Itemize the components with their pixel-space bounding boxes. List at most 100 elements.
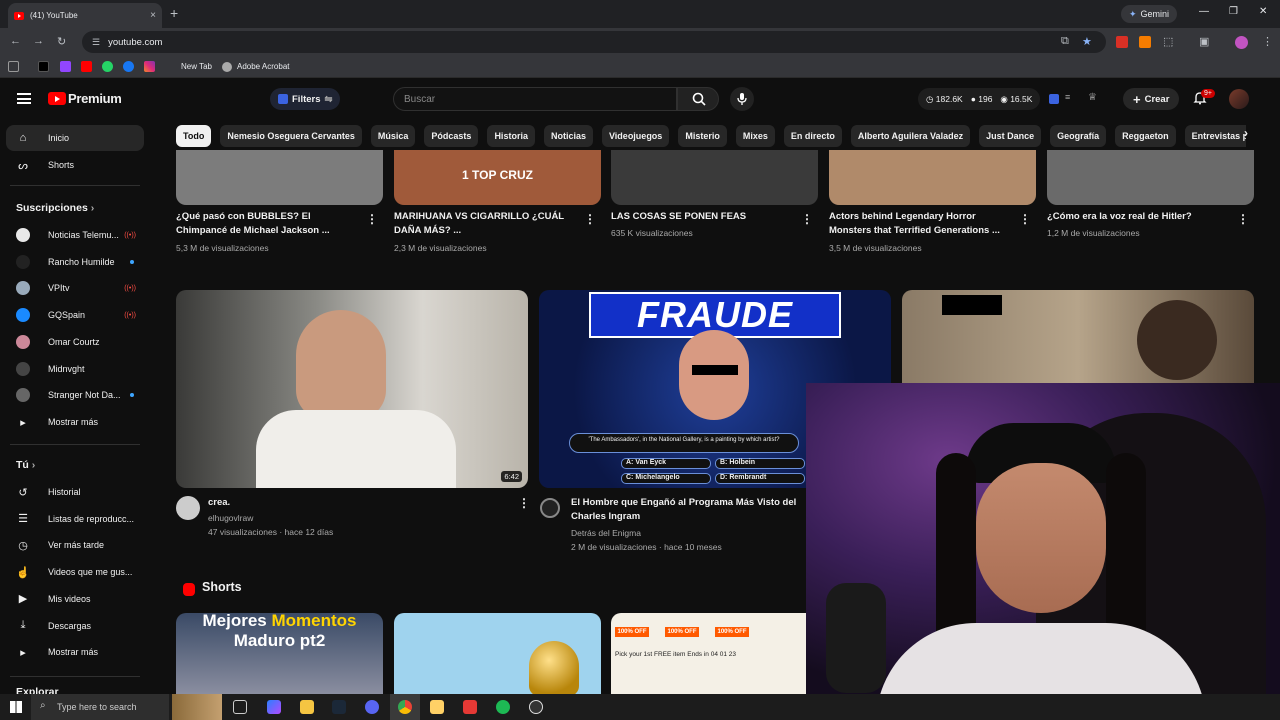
bookmark-star-icon[interactable]: ★ (1082, 35, 1092, 48)
chip-0[interactable]: Todo (176, 125, 212, 147)
short-thumbnail-3[interactable]: 100% OFF 100% OFF 100% OFF Pick your 1st… (611, 613, 818, 694)
video-title-line2[interactable]: DAÑA MÁS? ... (394, 224, 579, 238)
video-title[interactable]: MARIHUANA VS CIGARRILLO ¿CUÁL (394, 210, 579, 224)
video-title[interactable]: crea. (208, 496, 230, 510)
search-button[interactable] (677, 87, 719, 111)
windows-start-icon[interactable] (10, 701, 22, 713)
x-icon[interactable] (38, 61, 49, 72)
trophy-icon[interactable]: ♕ (1088, 92, 1097, 103)
steam-icon[interactable] (332, 700, 346, 714)
video-thumbnail[interactable] (1047, 150, 1254, 205)
new-tab-button[interactable]: + (170, 5, 178, 21)
sidebar-item-noticias-telemu[interactable]: Noticias Telemu... ((•)) (6, 222, 144, 248)
sidebar-item-omar-courtz[interactable]: Omar Courtz (6, 329, 144, 355)
video-thumbnail[interactable] (176, 150, 383, 205)
chip-5[interactable]: Noticias (543, 125, 593, 147)
sidebar-item-gqspain[interactable]: GQSpain ((•)) (6, 302, 144, 328)
sidebar-item-mostrar-m-s[interactable]: ▸ Mostrar más (6, 409, 144, 435)
short-thumbnail-2[interactable] (394, 613, 601, 694)
chip-8[interactable]: Mixes (735, 125, 775, 147)
url-field[interactable]: ☰ youtube.com (82, 31, 1106, 53)
search-input[interactable]: Buscar (393, 87, 677, 111)
extension-icon[interactable] (1116, 36, 1128, 48)
sidebar-item-rancho-humilde[interactable]: Rancho Humilde (6, 249, 144, 275)
menu-icon[interactable]: ⋮ (1262, 35, 1273, 48)
sidebar-item-inicio[interactable]: ⌂ Inicio (6, 125, 144, 151)
sidebar-item-historial[interactable]: ↺ Historial (6, 479, 144, 505)
short-thumbnail-1[interactable]: Mejores Momentos Maduro pt2 (176, 613, 383, 694)
video-thumbnail[interactable] (611, 150, 818, 205)
sidepanel-icon[interactable]: ▣ (1199, 35, 1209, 48)
sidebar-item-mostrar-m-s[interactable]: ▸ Mostrar más (6, 639, 144, 665)
chip-7[interactable]: Misterio (678, 125, 727, 147)
tab-close-icon[interactable]: × (150, 10, 156, 21)
browser-tab[interactable]: (41) YouTube × (8, 3, 162, 28)
chip-12[interactable]: Geografía (1050, 125, 1107, 147)
taskbar-search[interactable]: ⌕ Type here to search (31, 694, 169, 720)
chip-11[interactable]: Just Dance (979, 125, 1042, 147)
minimize-icon[interactable]: — (1199, 6, 1209, 17)
chip-3[interactable]: Pódcasts (424, 125, 479, 147)
chrome-icon[interactable] (398, 700, 412, 714)
app-icon[interactable] (463, 700, 477, 714)
restore-icon[interactable]: ❐ (1229, 6, 1238, 17)
hamburger-menu-icon[interactable] (17, 93, 31, 104)
spotify-icon[interactable] (496, 700, 510, 714)
channel-avatar[interactable] (176, 496, 200, 520)
sidebar-item-descargas[interactable]: ⤓ Descargas (6, 613, 144, 639)
video-title[interactable]: Actors behind Legendary Horror (829, 210, 1014, 224)
you-heading[interactable]: Tú › (16, 459, 35, 471)
notes-icon[interactable] (430, 700, 444, 714)
list-icon[interactable]: ≡ (1065, 92, 1070, 102)
youtube-logo-icon[interactable] (48, 92, 66, 105)
more-options-icon[interactable]: ⋮ (801, 212, 813, 226)
video-title-line2[interactable]: Monsters that Terrified Generations ... (829, 224, 1014, 238)
twitch-icon[interactable] (60, 61, 71, 72)
chip-4[interactable]: Historia (487, 125, 535, 147)
bookmark-new-tab[interactable]: New Tab (181, 62, 212, 71)
sidebar-item-shorts[interactable]: ᔕ Shorts (6, 152, 144, 178)
chip-6[interactable]: Videojuegos (601, 125, 670, 147)
sidebar-item-vpitv[interactable]: VPItv ((•)) (6, 275, 144, 301)
video-thumbnail[interactable] (829, 150, 1036, 205)
video-title[interactable]: ¿Cómo era la voz real de Hitler? (1047, 210, 1232, 224)
chip-1[interactable]: Nemesio Oseguera Cervantes (220, 125, 362, 147)
channel-name[interactable]: Detrás del Enigma (571, 526, 641, 540)
more-options-icon[interactable]: ⋮ (518, 496, 530, 510)
stats-pill[interactable]: ◷ 182.6K ● 196 ◉ 16.5K (918, 88, 1041, 110)
gemini-button[interactable]: ✦ Gemini (1121, 5, 1178, 23)
video-thumbnail[interactable]: 1 TOP CRUZ (394, 150, 601, 205)
task-view-icon[interactable] (233, 700, 247, 714)
channel-name[interactable]: elhugovlraw (208, 511, 253, 525)
chip-14[interactable]: Entrevistas p (1184, 125, 1246, 147)
install-icon[interactable]: ⧉ (1061, 35, 1069, 48)
chip-10[interactable]: Alberto Aguilera Valadez (850, 125, 971, 147)
file-explorer-icon[interactable] (300, 700, 314, 714)
chip-9[interactable]: En directo (783, 125, 842, 147)
more-options-icon[interactable]: ⋮ (1237, 212, 1249, 226)
site-info-icon[interactable]: ☰ (92, 37, 100, 48)
video-thumbnail-crea[interactable]: 6:42 (176, 290, 528, 488)
copilot-icon[interactable] (267, 700, 281, 714)
sidebar-item-midnvght[interactable]: Midnvght (6, 356, 144, 382)
more-options-icon[interactable]: ⋮ (366, 212, 378, 226)
facebook-icon[interactable] (123, 61, 134, 72)
account-avatar[interactable] (1229, 89, 1249, 109)
youtube-icon[interactable] (81, 61, 92, 72)
create-button[interactable]: + Crear (1123, 88, 1180, 110)
sidebar-item-mis-videos[interactable]: ▶ Mis videos (6, 586, 144, 612)
chip-13[interactable]: Reggaeton (1115, 125, 1176, 147)
sidebar-item-listas-de-reproducc[interactable]: ☰ Listas de reproducc... (6, 506, 144, 532)
discord-icon[interactable] (365, 700, 379, 714)
sidebar-item-stranger-not-da[interactable]: Stranger Not Da... (6, 382, 144, 408)
profile-avatar[interactable] (1235, 36, 1248, 49)
extensions-puzzle-icon[interactable]: ⬚ (1163, 35, 1173, 48)
back-icon[interactable]: ← (10, 35, 21, 47)
obs-icon[interactable] (529, 700, 543, 714)
video-title[interactable]: El Hombre que Engañó al Programa Más Vis… (571, 496, 807, 510)
youtube-premium-logo[interactable]: Premium (68, 91, 122, 106)
video-title[interactable]: LAS COSAS SE PONEN FEAS (611, 210, 796, 224)
whatsapp-icon[interactable] (102, 61, 113, 72)
extension-icon[interactable] (1049, 94, 1059, 104)
close-window-icon[interactable]: ✕ (1259, 6, 1267, 17)
